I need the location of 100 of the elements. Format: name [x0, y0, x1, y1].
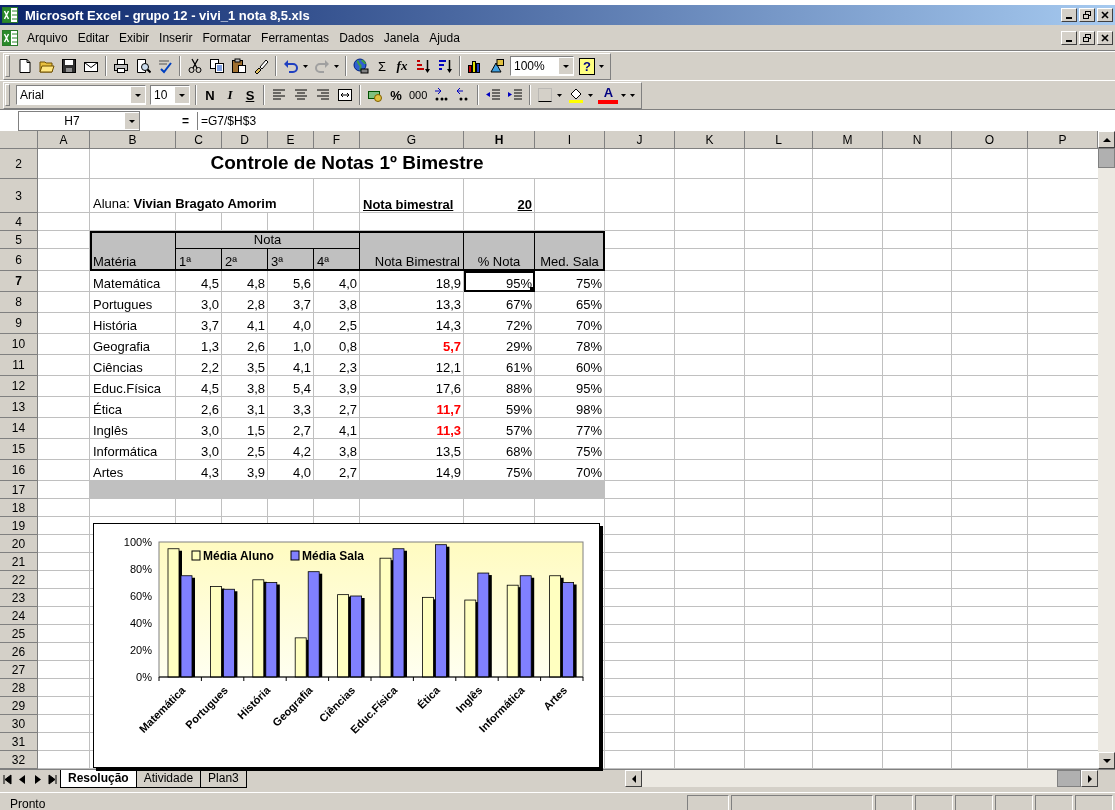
dropdown-button[interactable]	[175, 87, 189, 103]
spreadsheet-logo-icon[interactable]	[2, 29, 18, 46]
menu-item[interactable]: Ajuda	[424, 28, 465, 47]
row-header[interactable]: 8	[0, 292, 38, 313]
menu-item[interactable]: Dados	[334, 28, 379, 47]
menu-item[interactable]: Inserir	[154, 28, 198, 47]
scroll-thumb[interactable]	[1098, 148, 1115, 168]
zoom-field[interactable]: 100%	[510, 56, 574, 76]
sort-descending-icon[interactable]	[437, 58, 453, 74]
menu-item[interactable]: Exibir	[114, 28, 155, 47]
row-header[interactable]: 30	[0, 715, 38, 733]
paintbrush-icon[interactable]	[253, 58, 269, 74]
column-header[interactable]: A	[38, 131, 90, 149]
percent-button[interactable]: %	[386, 84, 406, 106]
font-size-field[interactable]: 10	[150, 85, 190, 105]
last-sheet-icon[interactable]	[45, 772, 60, 787]
print-preview-icon[interactable]	[135, 58, 151, 74]
undo-arrow-icon[interactable]	[283, 58, 299, 74]
row-header[interactable]: 19	[0, 517, 38, 535]
indent-icon[interactable]	[507, 87, 524, 103]
column-header[interactable]: B	[90, 131, 176, 149]
italic-button[interactable]: I	[220, 84, 240, 106]
scroll-up-button[interactable]	[1098, 131, 1115, 148]
menu-item[interactable]: Editar	[72, 28, 115, 47]
row-header[interactable]: 7	[0, 271, 38, 292]
row-header[interactable]: 17	[0, 481, 38, 499]
dropdown-button[interactable]	[125, 112, 139, 129]
copy-icon[interactable]	[209, 58, 225, 74]
select-all-button[interactable]	[0, 131, 38, 149]
bold-button[interactable]: N	[200, 84, 220, 106]
column-header[interactable]: K	[675, 131, 745, 149]
thousands-button[interactable]: 000	[406, 84, 431, 106]
autosum-button[interactable]: Σ	[372, 55, 392, 77]
row-header[interactable]: 32	[0, 751, 38, 769]
minimize-button[interactable]	[1061, 8, 1077, 22]
help-button[interactable]: ?	[579, 57, 595, 75]
scroll-right-button[interactable]	[1081, 770, 1098, 787]
new-document-icon[interactable]	[17, 58, 33, 74]
menu-item[interactable]: Formatar	[197, 28, 257, 47]
spell-check-icon[interactable]	[157, 58, 173, 74]
row-header[interactable]: 31	[0, 733, 38, 751]
printer-icon[interactable]	[113, 58, 129, 74]
row-header[interactable]: 26	[0, 643, 38, 661]
row-header[interactable]: 11	[0, 355, 38, 376]
column-header[interactable]: G	[360, 131, 464, 149]
drawing-shapes-icon[interactable]	[489, 58, 505, 74]
row-header[interactable]: 28	[0, 679, 38, 697]
font-color-button[interactable]: A	[598, 86, 619, 104]
borders-icon[interactable]	[537, 87, 554, 103]
row-header[interactable]: 5	[0, 231, 38, 249]
merge-cells-icon[interactable]	[337, 87, 353, 103]
minimize-button[interactable]	[1061, 30, 1077, 45]
scroll-left-button[interactable]	[625, 770, 642, 787]
row-header[interactable]: 16	[0, 460, 38, 481]
row-header[interactable]: 24	[0, 607, 38, 625]
sheet-tab[interactable]: Resolução	[60, 770, 137, 788]
sort-ascending-icon[interactable]	[415, 58, 431, 74]
close-button[interactable]	[1097, 8, 1113, 22]
underline-button[interactable]: S	[240, 84, 260, 106]
function-button[interactable]: fx	[392, 55, 412, 77]
column-header[interactable]: O	[952, 131, 1028, 149]
column-header[interactable]: I	[535, 131, 605, 149]
column-header[interactable]: E	[268, 131, 314, 149]
close-button[interactable]	[1097, 30, 1113, 45]
row-header[interactable]: 22	[0, 571, 38, 589]
row-header[interactable]: 20	[0, 535, 38, 553]
scissors-icon[interactable]	[187, 58, 203, 74]
row-header[interactable]: 9	[0, 313, 38, 334]
menu-item[interactable]: Arquivo	[22, 28, 73, 47]
outdent-icon[interactable]	[485, 87, 502, 103]
row-header[interactable]: 10	[0, 334, 38, 355]
formula-field[interactable]: =G7/$H$3	[197, 111, 1115, 130]
column-header[interactable]: M	[813, 131, 883, 149]
column-header[interactable]: P	[1028, 131, 1098, 149]
row-header[interactable]: 23	[0, 589, 38, 607]
row-header[interactable]: 27	[0, 661, 38, 679]
restore-button[interactable]	[1079, 8, 1095, 22]
scroll-thumb[interactable]	[1057, 770, 1081, 787]
column-header[interactable]: N	[883, 131, 952, 149]
row-header[interactable]: 14	[0, 418, 38, 439]
row-header[interactable]: 15	[0, 439, 38, 460]
row-header[interactable]: 3	[0, 179, 38, 213]
column-header[interactable]: H	[464, 131, 535, 149]
menu-item[interactable]: Janela	[378, 28, 425, 47]
name-box[interactable]: H7	[18, 110, 140, 131]
increase-decimal-icon[interactable]	[433, 87, 450, 103]
spreadsheet-logo-icon[interactable]	[2, 7, 18, 23]
row-header[interactable]: 29	[0, 697, 38, 715]
align-right-icon[interactable]	[315, 87, 331, 103]
column-header[interactable]: L	[745, 131, 813, 149]
row-header[interactable]: 2	[0, 149, 38, 179]
dropdown-button[interactable]	[131, 87, 145, 103]
column-header[interactable]: F	[314, 131, 360, 149]
clipboard-icon[interactable]	[231, 58, 247, 74]
dropdown-button[interactable]	[559, 58, 573, 74]
row-header[interactable]: 18	[0, 499, 38, 517]
row-header[interactable]: 25	[0, 625, 38, 643]
row-header[interactable]: 21	[0, 553, 38, 571]
scroll-down-button[interactable]	[1098, 752, 1115, 769]
column-header[interactable]: D	[222, 131, 268, 149]
